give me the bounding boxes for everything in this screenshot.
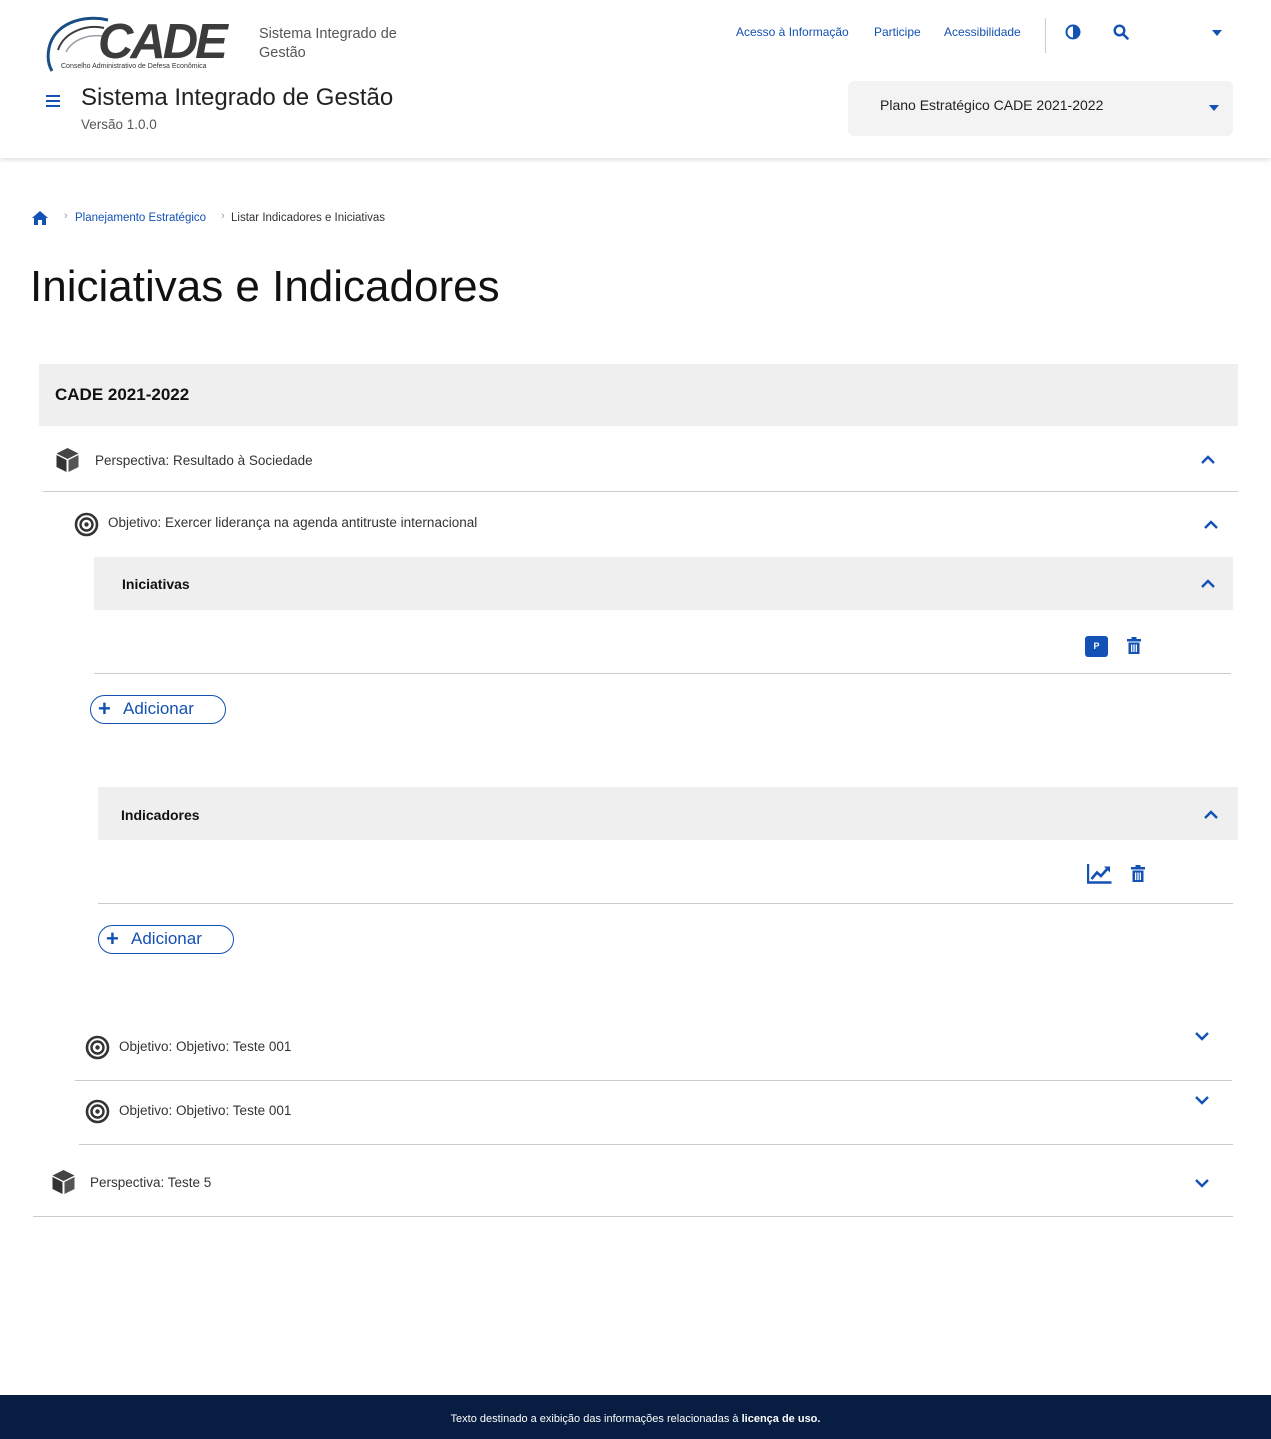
indicadores-label: Indicadores <box>121 807 200 823</box>
plus-icon: + <box>106 926 119 951</box>
link-acesso-informacao[interactable]: Acesso à Informação <box>736 25 849 39</box>
breadcrumb-current: Listar Indicadores e Iniciativas <box>231 212 386 224</box>
target-icon <box>74 512 99 537</box>
footer: Texto destinado a exibição das informaçõ… <box>0 1395 1271 1439</box>
plan-select[interactable]: Plano Estratégico CADE 2021-2022 <box>848 81 1233 136</box>
iniciativas-header[interactable]: Iniciativas <box>94 557 1233 610</box>
menu-icon[interactable] <box>46 95 60 107</box>
divider <box>94 673 1231 674</box>
objective-label[interactable]: Objetivo: Objetivo: Teste 001 <box>119 1103 291 1118</box>
target-icon <box>85 1099 110 1124</box>
target-icon <box>85 1035 110 1060</box>
cade-logo[interactable]: CADE <box>98 14 228 70</box>
chevron-down-icon <box>1209 105 1219 111</box>
perspective-label[interactable]: Perspectiva: Resultado à Sociedade <box>95 453 313 468</box>
link-acessibilidade[interactable]: Acessibilidade <box>944 25 1021 39</box>
iniciativas-label: Iniciativas <box>122 576 190 592</box>
divider <box>43 491 1238 492</box>
cade-logo-subtitle: Conselho Administrativo de Defesa Econôm… <box>61 63 207 70</box>
chevron-up-icon[interactable] <box>1203 520 1219 530</box>
header-divider <box>1045 18 1046 53</box>
plus-icon: + <box>98 696 111 721</box>
header: CADE Conselho Administrativo de Defesa E… <box>0 0 1271 158</box>
divider <box>75 1080 1232 1081</box>
add-button-label: Adicionar <box>123 699 194 718</box>
p-badge-button[interactable]: P <box>1085 636 1108 657</box>
add-iniciativa-button[interactable]: + Adicionar <box>90 695 226 724</box>
breadcrumb-separator-icon: › <box>221 210 225 222</box>
chevron-up-icon[interactable] <box>1203 810 1219 820</box>
plan-label: CADE 2021-2022 <box>55 385 190 404</box>
app-version: Versão 1.0.0 <box>81 117 157 132</box>
divider <box>79 1144 1233 1145</box>
add-button-label: Adicionar <box>131 929 202 948</box>
search-icon[interactable] <box>1113 24 1129 40</box>
chevron-down-icon[interactable] <box>1194 1095 1210 1105</box>
plan-select-value: Plano Estratégico CADE 2021-2022 <box>880 97 1104 113</box>
contrast-icon[interactable] <box>1065 24 1081 40</box>
app-title: Sistema Integrado de Gestão <box>81 84 394 111</box>
perspective-label[interactable]: Perspectiva: Teste 5 <box>90 1175 211 1190</box>
chevron-down-icon[interactable] <box>1194 1178 1210 1188</box>
footer-text: Texto destinado a exibição das informaçõ… <box>0 1413 1271 1425</box>
caret-down-icon[interactable] <box>1212 30 1222 36</box>
objective-label[interactable]: Objetivo: Exercer liderança na agenda an… <box>108 515 477 530</box>
chevron-up-icon[interactable] <box>1200 455 1216 465</box>
chevron-up-icon[interactable] <box>1200 579 1216 589</box>
breadcrumb-separator-icon: › <box>64 210 68 222</box>
chart-line-icon[interactable] <box>1087 863 1112 884</box>
footer-description: Texto destinado a exibição das informaçõ… <box>450 1413 739 1425</box>
objective-label[interactable]: Objetivo: Objetivo: Teste 001 <box>119 1039 291 1054</box>
link-participe[interactable]: Participe <box>874 25 921 39</box>
cube-icon <box>52 1170 75 1194</box>
divider <box>98 903 1233 904</box>
divider <box>33 1216 1233 1217</box>
add-indicador-button[interactable]: + Adicionar <box>98 925 234 954</box>
plan-header: CADE 2021-2022 <box>39 364 1238 426</box>
trash-icon[interactable] <box>1127 637 1141 655</box>
breadcrumb-planejamento[interactable]: Planejamento Estratégico <box>75 212 206 224</box>
page-title: Iniciativas e Indicadores <box>30 262 500 311</box>
chevron-down-icon[interactable] <box>1194 1031 1210 1041</box>
home-icon[interactable] <box>31 210 49 226</box>
indicadores-header[interactable]: Indicadores <box>98 787 1238 840</box>
trash-icon[interactable] <box>1131 865 1145 883</box>
footer-license-link[interactable]: licença de uso. <box>742 1413 821 1425</box>
cube-icon <box>56 448 79 472</box>
system-subtitle: Sistema Integrado de Gestão <box>259 26 397 61</box>
